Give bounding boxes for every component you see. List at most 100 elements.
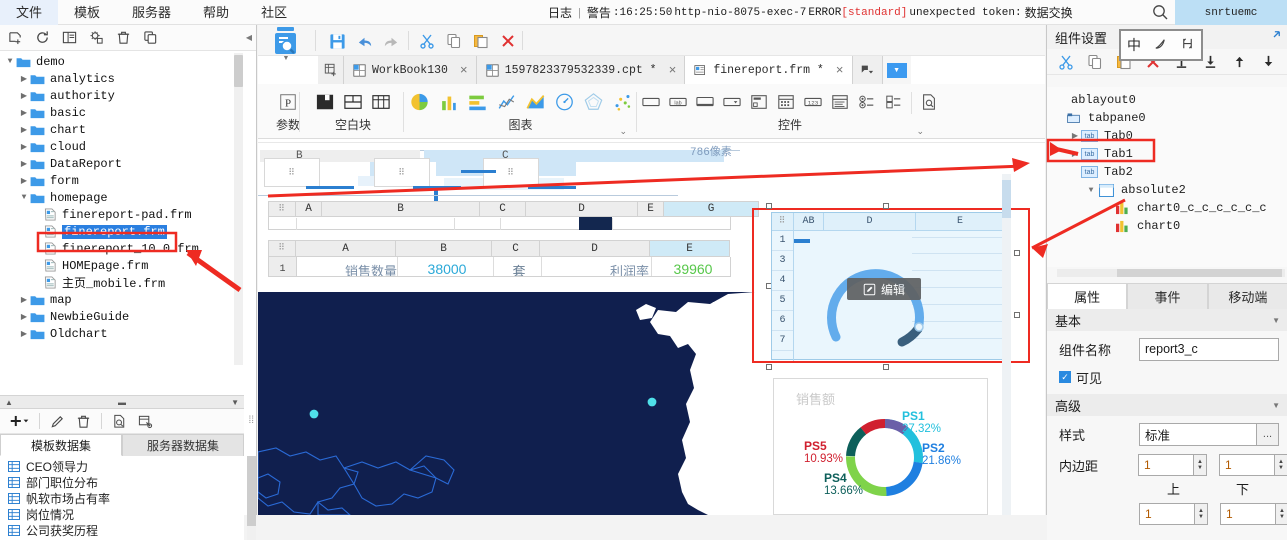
block-solid-icon[interactable] xyxy=(315,93,335,114)
gauge-row-number[interactable]: 3 xyxy=(772,251,793,271)
padding-left-spin-buttons[interactable]: ▲ ▼ xyxy=(1194,503,1208,525)
textarea-icon[interactable] xyxy=(695,93,715,114)
paste-icon[interactable] xyxy=(470,31,492,51)
gauge-row-headers[interactable]: 134567 xyxy=(772,231,794,361)
donut-chart-component[interactable]: 销售额 PS1 27.32% PS2 21.86% PS4 13.66% PS5… xyxy=(773,378,988,515)
cut-icon[interactable] xyxy=(1053,50,1078,73)
chevron-down-icon[interactable]: ▼ xyxy=(886,62,907,78)
chevron-right-icon[interactable]: ▶ xyxy=(18,329,30,339)
component-tree-item[interactable]: ablayout0 xyxy=(1047,91,1287,109)
chevron-right-icon[interactable]: ▶ xyxy=(1069,131,1081,141)
gauge-chart-component[interactable]: ⠿ AB D E 134567 编辑 xyxy=(771,212,1004,361)
padding-right-spin-buttons[interactable]: ▲ ▼ xyxy=(1275,503,1287,525)
splitter-down-icon[interactable]: ▼ xyxy=(231,398,239,407)
tab-events[interactable]: 事件 xyxy=(1127,283,1208,309)
mini-block-1[interactable]: ⠿ xyxy=(264,158,320,187)
component-tree-item[interactable]: ▶ tab Tab1 xyxy=(1047,145,1287,163)
dataset-list[interactable]: CEO领导力 部门职位分布 帆软市场占有率 岗位情况 公司获奖历程 xyxy=(0,456,244,540)
padding-right-stepper[interactable]: 1 ▲ ▼ xyxy=(1220,503,1287,525)
gauge-col-e[interactable]: E xyxy=(916,213,1004,230)
widget-preview-icon[interactable] xyxy=(919,93,939,114)
menu-help[interactable]: 帮助 xyxy=(187,0,245,25)
pie-chart-icon[interactable] xyxy=(409,92,430,115)
chart-group-chevron-down-icon[interactable]: ⌄ xyxy=(619,126,627,137)
tab-mobile[interactable]: 移动端 xyxy=(1207,283,1287,309)
checkbox-icon[interactable] xyxy=(884,93,904,114)
padding-top-value[interactable]: 1 xyxy=(1138,454,1193,476)
gauge-row-number[interactable]: 4 xyxy=(772,271,793,291)
finereport-logo-icon[interactable]: ▼ xyxy=(264,26,308,74)
resize-handle-tc[interactable] xyxy=(883,203,889,209)
cell-c1[interactable]: 套 xyxy=(497,261,541,276)
chevron-right-icon[interactable]: ▶ xyxy=(18,125,30,135)
number-icon[interactable]: 123 xyxy=(803,93,823,114)
tree-folder-item[interactable]: ▶ map xyxy=(0,291,244,308)
radar-chart-icon[interactable] xyxy=(583,92,604,115)
tree-vertical-scrollbar[interactable] xyxy=(234,53,243,365)
resize-handle-bl[interactable] xyxy=(766,364,772,370)
col-g[interactable]: G xyxy=(664,201,759,217)
tree-folder-item[interactable]: ▶ NewbieGuide xyxy=(0,308,244,325)
chevron-right-icon[interactable]: ▶ xyxy=(18,295,30,305)
parameter-p-icon[interactable]: P xyxy=(278,92,298,115)
padding-left-value[interactable]: 1 xyxy=(1139,503,1194,525)
close-delete-icon[interactable] xyxy=(497,31,519,51)
section-basic-header[interactable]: 基本 ▼ xyxy=(1047,309,1287,331)
gauge-corner-cell[interactable]: ⠿ xyxy=(772,213,794,230)
style-input[interactable]: 标准 xyxy=(1139,422,1257,446)
row-number[interactable]: 1 xyxy=(269,257,297,276)
undo-icon[interactable] xyxy=(353,31,375,51)
data-col-e[interactable]: E xyxy=(650,240,730,257)
column-chart-icon[interactable] xyxy=(438,92,459,115)
dataset-list-item[interactable]: 部门职位分布 xyxy=(0,474,244,490)
sheet-data-row[interactable]: 1 销售数量 38000 套 利润率 39960 xyxy=(268,257,731,277)
data-col-b[interactable]: B xyxy=(396,240,492,257)
radio-icon[interactable] xyxy=(857,93,877,114)
col-e[interactable]: E xyxy=(638,201,664,217)
gauge-row-number[interactable]: 6 xyxy=(772,311,793,331)
component-tree-item[interactable]: tab Tab2 xyxy=(1047,163,1287,181)
gauge-chart-icon[interactable] xyxy=(554,92,575,115)
dataset-list-item[interactable]: 公司获奖历程 xyxy=(0,522,244,538)
bar-chart-icon[interactable] xyxy=(467,92,488,115)
chevron-right-icon[interactable]: ▶ xyxy=(18,108,30,118)
delete-icon[interactable] xyxy=(111,26,136,49)
line-chart-icon[interactable] xyxy=(496,92,517,115)
tree-folder-item[interactable]: ▶ authority xyxy=(0,87,244,104)
ime-pen-icon[interactable] xyxy=(1153,36,1168,54)
user-account-chip[interactable]: snrtuemc xyxy=(1175,0,1287,25)
tree-file-item[interactable]: finereport-pad.frm xyxy=(0,206,244,223)
menu-template[interactable]: 模板 xyxy=(58,0,116,25)
gauge-row-number[interactable]: 1 xyxy=(772,231,793,251)
tab-template-dataset[interactable]: 模板数据集 xyxy=(0,434,122,456)
menu-server[interactable]: 服务器 xyxy=(116,0,187,25)
chevron-down-icon[interactable]: ▼ xyxy=(4,57,16,66)
col-b[interactable]: B xyxy=(322,201,480,217)
new-template-icon[interactable] xyxy=(3,26,28,49)
tree-folder-item[interactable]: ▶ Oldchart xyxy=(0,325,244,342)
refresh-icon[interactable] xyxy=(30,26,55,49)
gauge-row-number[interactable]: 7 xyxy=(772,331,793,351)
datepicker-icon[interactable] xyxy=(776,93,796,114)
tab-properties[interactable]: 属性 xyxy=(1047,283,1128,309)
chevron-right-icon[interactable]: ▶ xyxy=(18,312,30,322)
save-icon[interactable] xyxy=(326,31,348,51)
form-design-canvas[interactable]: B C ⠿ ⠿ ⠿ 786像素 ⠿ A B C D E G ⠿ A B C D … xyxy=(258,140,1045,515)
dataset-list-item[interactable]: CEO领导力 xyxy=(0,458,244,474)
tab-server-dataset[interactable]: 服务器数据集 xyxy=(122,434,244,456)
component-tree-hscrollbar[interactable] xyxy=(1057,269,1285,277)
component-name-input[interactable]: report3_c xyxy=(1139,337,1279,361)
preview-dataset-icon[interactable] xyxy=(107,410,132,433)
chevron-right-icon[interactable]: ▶ xyxy=(18,159,30,169)
data-col-d[interactable]: D xyxy=(540,240,650,257)
dataset-list-item[interactable]: 岗位情况 xyxy=(0,506,244,522)
tree-folder-item[interactable]: ▶ basic xyxy=(0,104,244,121)
tab-cpt-file[interactable]: 1597823379532339.cpt * × xyxy=(476,56,686,84)
edit-overlay-button[interactable]: 编辑 xyxy=(847,278,921,300)
tree-file-item[interactable]: HOMEpage.frm xyxy=(0,257,244,274)
tree-folder-item[interactable]: ▶ DataReport xyxy=(0,155,244,172)
padding-bottom-spin-buttons[interactable]: ▲ ▼ xyxy=(1274,454,1287,476)
padding-bottom-value[interactable]: 1 xyxy=(1219,454,1274,476)
tab-close-icon[interactable]: × xyxy=(669,63,677,78)
data-col-c[interactable]: C xyxy=(492,240,540,257)
